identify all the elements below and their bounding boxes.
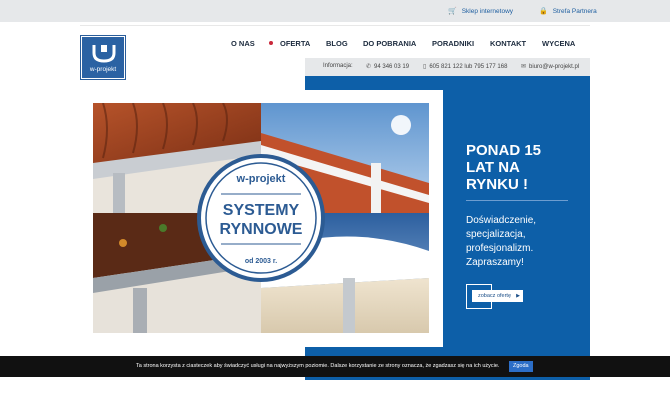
cart-icon: 🛒 (448, 8, 457, 15)
desc-line-1: Doświadczenie, (466, 215, 537, 226)
nav-do-pobrania[interactable]: DO POBRANIA (363, 39, 416, 48)
mobile-number-2: 795 177 168 (474, 64, 508, 70)
badge-brand-text: w-projekt (236, 173, 286, 185)
logo-inner: w-projekt (82, 37, 124, 78)
see-offer-button[interactable]: zobacz ofertę ▶ (472, 290, 524, 302)
slogan-divider (466, 200, 568, 201)
hero-image: w-projekt SYSTEMY RYNNOWE od 2003 r. (93, 103, 429, 333)
mobile-or: lub (464, 64, 473, 70)
nav-wycena[interactable]: WYCENA (542, 39, 575, 48)
logo-text: w-projekt (89, 66, 117, 73)
info-label: Informacja: (323, 63, 353, 69)
phone-item[interactable]: ✆ 94 346 03 19 (366, 63, 409, 70)
slogan-line-1: PONAD 15 (466, 142, 542, 159)
nav-poradniki[interactable]: PORADNIKI (432, 39, 474, 48)
mobile-number-1: 605 821 122 (429, 64, 463, 70)
desc-line-2: specjalizacja, (466, 229, 526, 240)
email-item[interactable]: ✉ biuro@w-projekt.pl (521, 63, 579, 70)
shop-link[interactable]: 🛒 Sklep internetowy (448, 7, 513, 15)
shop-link-label: Sklep internetowy (461, 8, 514, 15)
logo[interactable]: w-projekt (80, 35, 126, 80)
hero-description: Doświadczenie, specjalizacja, profesjona… (466, 214, 576, 270)
slogan-line-3: RYNKU ! (466, 176, 528, 193)
phone-icon: ✆ (366, 64, 372, 70)
mobile-item[interactable]: ▯ 605 821 122 lub 795 177 168 (423, 63, 507, 70)
nav-oferta[interactable]: OFERTA (280, 39, 310, 48)
partner-link[interactable]: 🔒 Strefa Partnera (539, 7, 597, 15)
chevron-right-icon: ▶ (516, 293, 521, 299)
mobile-icon: ▯ (423, 64, 427, 70)
lock-icon: 🔒 (539, 8, 548, 15)
slogan-line-2: LAT NA (466, 159, 520, 176)
email-address: biuro@w-projekt.pl (529, 64, 580, 70)
header-divider (80, 25, 590, 26)
badge-year-text: od 2003 r. (245, 258, 277, 265)
cookie-accept-button[interactable]: Zgoda (509, 361, 533, 372)
top-bar: 🛒 Sklep internetowy 🔒 Strefa Partnera (0, 0, 670, 22)
badge-line-1: SYSTEMY (223, 202, 300, 219)
nav-kontakt[interactable]: KONTAKT (490, 39, 526, 48)
phone-number: 94 346 03 19 (374, 64, 410, 70)
contact-info-bar: Informacja: ✆ 94 346 03 19 ▯ 605 821 122 l… (305, 58, 590, 76)
badge-line-2: RYNNOWE (220, 221, 303, 238)
envelope-icon: ✉ (521, 64, 527, 70)
gutter-icon (92, 45, 116, 63)
nav-blog[interactable]: BLOG (326, 39, 348, 48)
hero-slogan: PONAD 15 LAT NA RYNKU ! (466, 142, 586, 193)
desc-line-3: profesjonalizm. (466, 243, 534, 254)
gutter-collage-illustration: w-projekt SYSTEMY RYNNOWE od 2003 r. (93, 103, 429, 333)
desc-line-4: Zapraszamy! (466, 257, 524, 268)
cookie-banner: Ta strona korzysta z ciasteczek aby świa… (0, 356, 670, 377)
nav-o-nas[interactable]: O NAS (231, 39, 255, 48)
see-offer-label: zobacz ofertę (478, 293, 512, 299)
partner-link-label: Strefa Partnera (552, 8, 597, 15)
nav-active-dot (269, 41, 273, 45)
cookie-message: Ta strona korzysta z ciasteczek aby świa… (136, 363, 500, 369)
